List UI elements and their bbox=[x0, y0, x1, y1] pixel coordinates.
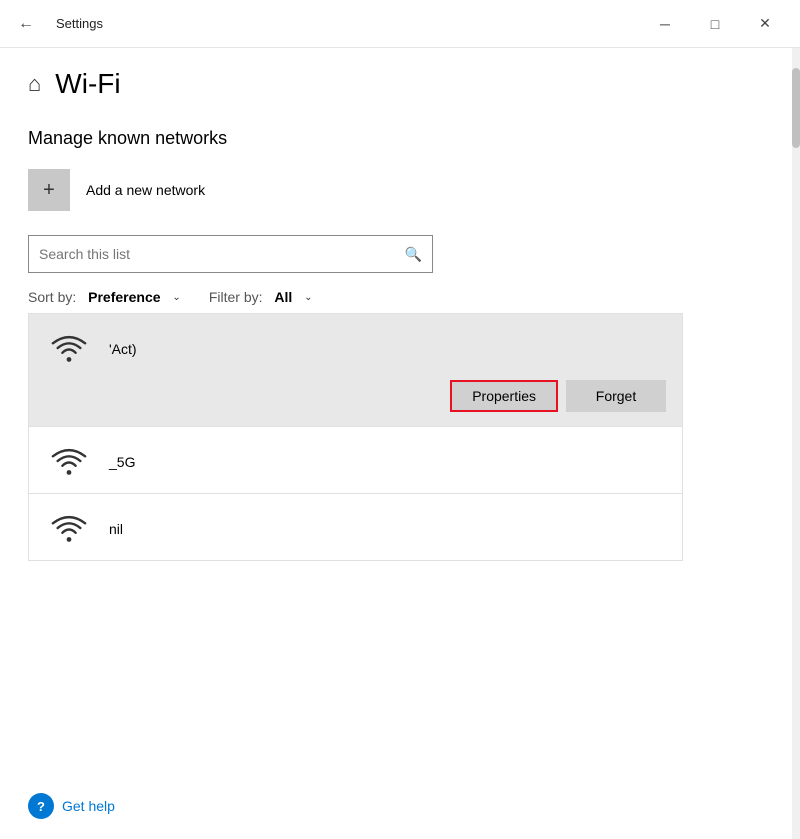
network-name-2: nil bbox=[109, 521, 123, 537]
sort-label: Sort by: bbox=[28, 289, 76, 305]
sort-filter-row: Sort by: Preference ⌄ Filter by: All ⌄ bbox=[28, 289, 772, 305]
help-icon: ? bbox=[28, 793, 54, 819]
add-network-label: Add a new network bbox=[86, 182, 205, 198]
wifi-signal-icon-1 bbox=[50, 443, 88, 481]
search-input[interactable] bbox=[39, 246, 405, 262]
network-name-1: _5G bbox=[109, 454, 135, 470]
wifi-icon-2 bbox=[45, 510, 93, 548]
filter-value: All bbox=[274, 289, 292, 305]
network-item-top-2: nil bbox=[29, 494, 682, 560]
title-bar: ← Settings ─ □ ✕ bbox=[0, 0, 800, 48]
page-title: Wi-Fi bbox=[55, 68, 120, 100]
maximize-button[interactable]: □ bbox=[692, 8, 738, 40]
help-row[interactable]: ? Get help bbox=[28, 793, 115, 819]
properties-button[interactable]: Properties bbox=[450, 380, 558, 412]
filter-dropdown[interactable]: Filter by: All ⌄ bbox=[209, 289, 313, 305]
help-link[interactable]: Get help bbox=[62, 798, 115, 814]
sort-dropdown[interactable]: Sort by: Preference ⌄ bbox=[28, 289, 181, 305]
wifi-signal-icon bbox=[50, 330, 88, 368]
wifi-icon-1 bbox=[45, 443, 93, 481]
network-list: 'Act) Properties Forget _5G bbox=[28, 313, 683, 561]
minimize-button[interactable]: ─ bbox=[642, 8, 688, 40]
filter-chevron-icon: ⌄ bbox=[304, 292, 312, 303]
add-network-row: + Add a new network bbox=[28, 169, 772, 211]
action-row-0: Properties Forget bbox=[29, 380, 682, 426]
network-item-0[interactable]: 'Act) Properties Forget bbox=[29, 314, 682, 426]
page-header: ⌂ Wi-Fi bbox=[28, 68, 772, 100]
network-item-1[interactable]: _5G bbox=[29, 427, 682, 493]
home-icon[interactable]: ⌂ bbox=[28, 71, 41, 97]
scrollbar-thumb[interactable] bbox=[792, 68, 800, 148]
close-button[interactable]: ✕ bbox=[742, 8, 788, 40]
search-icon: 🔍 bbox=[405, 246, 422, 263]
title-bar-title: Settings bbox=[56, 16, 103, 31]
main-content: ⌂ Wi-Fi Manage known networks + Add a ne… bbox=[0, 48, 800, 581]
wifi-signal-icon-2 bbox=[50, 510, 88, 548]
network-item-2[interactable]: nil bbox=[29, 494, 682, 560]
network-item-top-1: _5G bbox=[29, 427, 682, 493]
filter-label: Filter by: bbox=[209, 289, 263, 305]
search-box[interactable]: 🔍 bbox=[28, 235, 433, 273]
title-bar-left: ← Settings bbox=[12, 10, 103, 38]
sort-value: Preference bbox=[88, 289, 160, 305]
network-item-top-0: 'Act) bbox=[29, 314, 682, 380]
network-name-0: 'Act) bbox=[109, 341, 137, 357]
wifi-icon-0 bbox=[45, 330, 93, 368]
scrollbar-track bbox=[792, 48, 800, 839]
forget-button[interactable]: Forget bbox=[566, 380, 666, 412]
sort-chevron-icon: ⌄ bbox=[172, 292, 180, 303]
title-bar-controls: ─ □ ✕ bbox=[642, 8, 788, 40]
add-network-button[interactable]: + bbox=[28, 169, 70, 211]
section-title: Manage known networks bbox=[28, 128, 772, 149]
back-button[interactable]: ← bbox=[12, 10, 40, 38]
